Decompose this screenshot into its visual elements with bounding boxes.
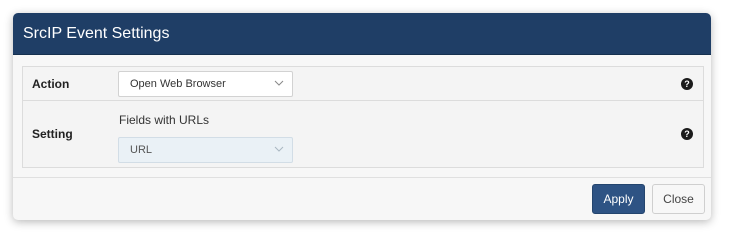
chevron-down-icon: [274, 146, 284, 152]
action-label: Action: [32, 77, 70, 91]
action-select[interactable]: Open Web Browser: [118, 71, 293, 97]
setting-row: Setting Fields with URLs URL ?: [23, 101, 703, 167]
setting-label: Setting: [32, 127, 73, 141]
dialog-title: SrcIP Event Settings: [13, 13, 711, 55]
help-icon[interactable]: ?: [681, 128, 693, 140]
apply-button[interactable]: Apply: [592, 184, 645, 214]
footer-divider: [13, 177, 711, 178]
help-icon[interactable]: ?: [681, 78, 693, 90]
settings-table: Action Open Web Browser ? Setting Fields…: [22, 66, 704, 168]
chevron-down-icon: [274, 80, 284, 86]
action-row: Action Open Web Browser ?: [23, 67, 703, 101]
url-field-select-value: URL: [130, 144, 153, 156]
close-button[interactable]: Close: [652, 184, 705, 214]
action-select-value: Open Web Browser: [130, 78, 226, 90]
fields-with-urls-label: Fields with URLs: [119, 113, 210, 127]
url-field-select[interactable]: URL: [118, 137, 293, 163]
event-settings-dialog: SrcIP Event Settings Action Open Web Bro…: [13, 13, 711, 220]
